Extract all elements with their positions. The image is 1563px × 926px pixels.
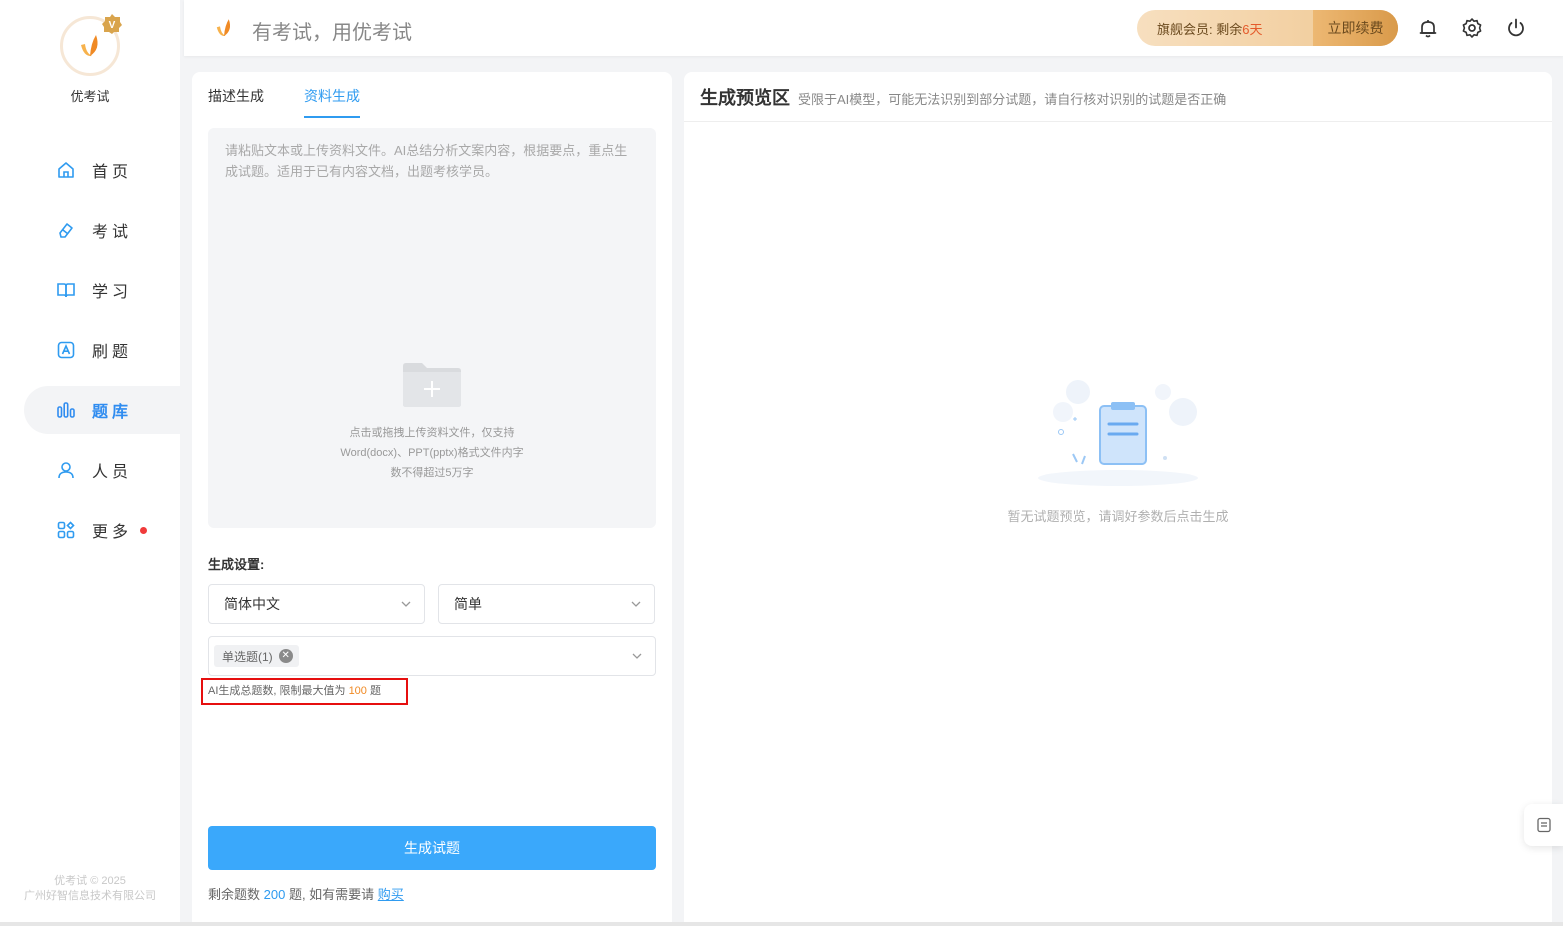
sidebar-item-exam[interactable]: 考试 xyxy=(0,200,180,260)
language-value: 简体中文 xyxy=(224,596,280,612)
sidebar-item-label: 更多 xyxy=(92,524,133,541)
letter-a-icon xyxy=(56,340,76,360)
sidebar-item-practice[interactable]: 刷题 xyxy=(0,320,180,380)
question-type-select[interactable]: 单选题(1) ✕ xyxy=(208,636,656,676)
power-icon[interactable] xyxy=(1505,17,1527,39)
svg-text:V: V xyxy=(109,20,116,31)
generate-questions-button[interactable]: 生成试题 xyxy=(208,826,656,870)
settings-title: 生成设置: xyxy=(208,557,265,572)
empty-text: 暂无试题预览，请调好参数后点击生成 xyxy=(1007,509,1229,524)
app-name: 优考试 xyxy=(70,89,110,104)
vip-banner: 旗舰会员: 剩余6天 立即续费 xyxy=(1137,10,1398,46)
sidebar-item-home[interactable]: 首页 xyxy=(0,140,180,200)
material-input-placeholder: 请粘贴文本或上传资料文件。AI总结分析文案内容，根据要点，重点生成试题。适用于已… xyxy=(225,143,628,179)
file-upload-zone[interactable]: 点击或拖拽上传资料文件，仅支持 Word(docx)、PPT(pptx)格式文件… xyxy=(208,362,656,483)
top-header: 有考试，用优考试 旗舰会员: 剩余6天 立即续费 xyxy=(184,0,1563,56)
app-logo[interactable]: V xyxy=(60,14,122,76)
sidebar: V 优考试 首页 考试 学习 刷题 题库 人员 更多 优考试 © 2025 广州… xyxy=(0,0,180,926)
bell-icon[interactable] xyxy=(1417,17,1439,39)
sidebar-item-label: 首页 xyxy=(92,164,133,181)
sidebar-item-label: 人员 xyxy=(92,464,133,481)
copyright: 优考试 © 2025 广州好智信息技术有限公司 xyxy=(24,875,156,902)
chevron-down-icon xyxy=(632,653,642,659)
user-icon xyxy=(56,460,76,480)
book-icon xyxy=(56,280,76,300)
bottom-scrollbar[interactable] xyxy=(0,922,1563,926)
preview-title: 生成预览区 xyxy=(700,87,790,108)
generate-panel: 描述生成 资料生成 请粘贴文本或上传资料文件。AI总结分析文案内容，根据要点，重… xyxy=(192,72,672,926)
logo-icon xyxy=(81,35,98,57)
sidebar-item-question-bank[interactable]: 题库 xyxy=(24,386,180,434)
floating-note-button[interactable] xyxy=(1524,804,1563,846)
chevron-down-icon xyxy=(631,601,641,607)
sidebar-item-label: 学习 xyxy=(92,284,133,301)
tag-close-icon[interactable]: ✕ xyxy=(278,649,293,663)
slogan: 有考试，用优考试 xyxy=(252,22,412,44)
empty-state: 暂无试题预览，请调好参数后点击生成 xyxy=(984,372,1252,525)
sidebar-item-people[interactable]: 人员 xyxy=(0,440,180,500)
tab-bar: 描述生成 资料生成 xyxy=(208,86,400,118)
vip-badge-icon: V xyxy=(102,14,122,34)
sidebar-item-study[interactable]: 学习 xyxy=(0,260,180,320)
gear-icon[interactable] xyxy=(1461,17,1483,39)
empty-clipboard-icon xyxy=(1038,380,1198,486)
eraser-icon xyxy=(56,220,76,240)
sidebar-item-label: 考试 xyxy=(92,224,133,241)
remaining-questions: 剩余题数 200 题, 如有需要请 购买 xyxy=(208,887,404,902)
remaining-count: 200 xyxy=(263,887,286,902)
difficulty-select[interactable]: 简单 xyxy=(438,584,655,624)
difficulty-value: 简单 xyxy=(454,596,482,612)
sidebar-item-more[interactable]: 更多 xyxy=(0,500,180,560)
language-select[interactable]: 简体中文 xyxy=(208,584,425,624)
folder-add-icon xyxy=(403,363,461,407)
sidebar-item-label: 题库 xyxy=(92,404,133,421)
limit-value: 100 xyxy=(348,685,367,697)
note-icon xyxy=(1536,817,1551,833)
material-input-area[interactable]: 请粘贴文本或上传资料文件。AI总结分析文案内容，根据要点，重点生成试题。适用于已… xyxy=(208,128,656,528)
bar-chart-icon xyxy=(56,400,76,420)
preview-note: 受限于AI模型，可能无法识别到部分试题，请自行核对识别的试题是否正确 xyxy=(798,91,1227,107)
renew-button[interactable]: 立即续费 xyxy=(1313,10,1398,46)
preview-panel: 生成预览区 受限于AI模型，可能无法识别到部分试题，请自行核对识别的试题是否正确… xyxy=(684,72,1552,926)
upload-hint: 点击或拖拽上传资料文件，仅支持 Word(docx)、PPT(pptx)格式文件… xyxy=(340,427,524,479)
question-limit-note: AI生成总题数, 限制最大值为 100 题 xyxy=(201,678,408,705)
preview-header: 生成预览区 受限于AI模型，可能无法识别到部分试题，请自行核对识别的试题是否正确 xyxy=(684,72,1552,122)
vip-status: 旗舰会员: 剩余6天 xyxy=(1157,21,1263,37)
chevron-down-icon xyxy=(401,601,411,607)
tab-material-generate[interactable]: 资料生成 xyxy=(304,86,360,118)
sidebar-item-label: 刷题 xyxy=(92,344,133,361)
tab-description-generate[interactable]: 描述生成 xyxy=(208,86,264,118)
logo-icon xyxy=(216,19,231,37)
question-type-tag: 单选题(1) ✕ xyxy=(214,645,299,667)
sidebar-nav: 首页 考试 学习 刷题 题库 人员 更多 xyxy=(0,140,180,560)
home-icon xyxy=(56,160,76,180)
buy-link[interactable]: 购买 xyxy=(378,887,404,902)
apps-icon xyxy=(56,520,76,540)
notification-dot xyxy=(140,526,148,534)
vip-days: 6天 xyxy=(1242,21,1263,37)
